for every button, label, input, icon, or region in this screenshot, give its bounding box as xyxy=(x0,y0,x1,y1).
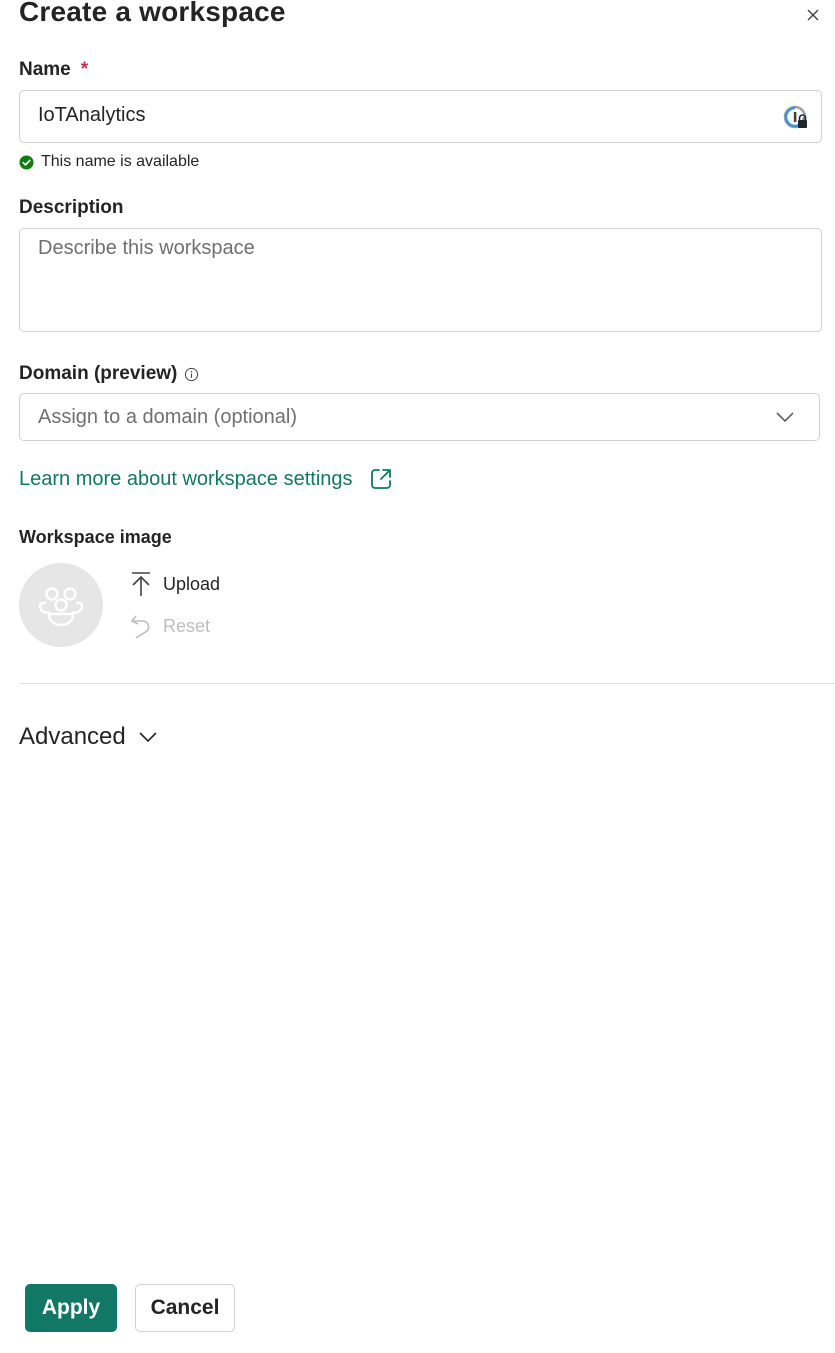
availability-text: This name is available xyxy=(41,153,200,170)
dialog-title: Create a workspace xyxy=(19,0,286,27)
learn-more-link[interactable]: Learn more about workspace settings xyxy=(19,467,393,491)
info-icon[interactable] xyxy=(184,367,199,382)
domain-dropdown[interactable]: Assign to a domain (optional) xyxy=(19,393,820,441)
upload-arrow-icon xyxy=(132,572,150,596)
apply-button[interactable]: Apply xyxy=(25,1284,117,1332)
check-circle-icon xyxy=(19,154,34,170)
upload-label: Upload xyxy=(163,573,221,594)
domain-label: Domain (preview) xyxy=(19,363,199,385)
undo-icon xyxy=(130,615,150,639)
close-icon[interactable] xyxy=(804,6,822,24)
name-field[interactable] xyxy=(19,90,822,143)
description-textarea[interactable] xyxy=(38,237,798,317)
domain-dropdown-placeholder: Assign to a domain (optional) xyxy=(38,406,298,428)
reset-label: Reset xyxy=(163,615,211,636)
learn-more-text[interactable]: Learn more about workspace settings xyxy=(19,468,353,491)
workspace-avatar xyxy=(19,563,103,647)
workspace-image-label: Workspace image xyxy=(19,527,172,547)
domain-label-text: Domain (preview) xyxy=(19,363,178,384)
cancel-button[interactable]: Cancel xyxy=(135,1284,235,1332)
name-label-text: Name xyxy=(19,59,71,80)
chevron-down-icon xyxy=(139,732,157,743)
name-availability: This name is available xyxy=(19,153,199,171)
advanced-toggle[interactable]: Advanced xyxy=(19,723,158,751)
password-manager-lock-icon[interactable] xyxy=(783,105,809,131)
open-external-icon xyxy=(370,469,391,489)
section-divider xyxy=(19,683,835,684)
reset-button[interactable]: Reset xyxy=(130,613,210,639)
upload-button[interactable]: Upload xyxy=(130,571,220,597)
description-label: Description xyxy=(19,197,124,218)
description-field[interactable] xyxy=(19,228,822,332)
name-label: Name * xyxy=(19,59,88,81)
advanced-label: Advanced xyxy=(19,723,126,750)
name-input[interactable] xyxy=(38,104,758,127)
group-people-icon xyxy=(38,587,84,627)
chevron-down-icon xyxy=(776,412,794,423)
required-marker: * xyxy=(80,59,89,80)
